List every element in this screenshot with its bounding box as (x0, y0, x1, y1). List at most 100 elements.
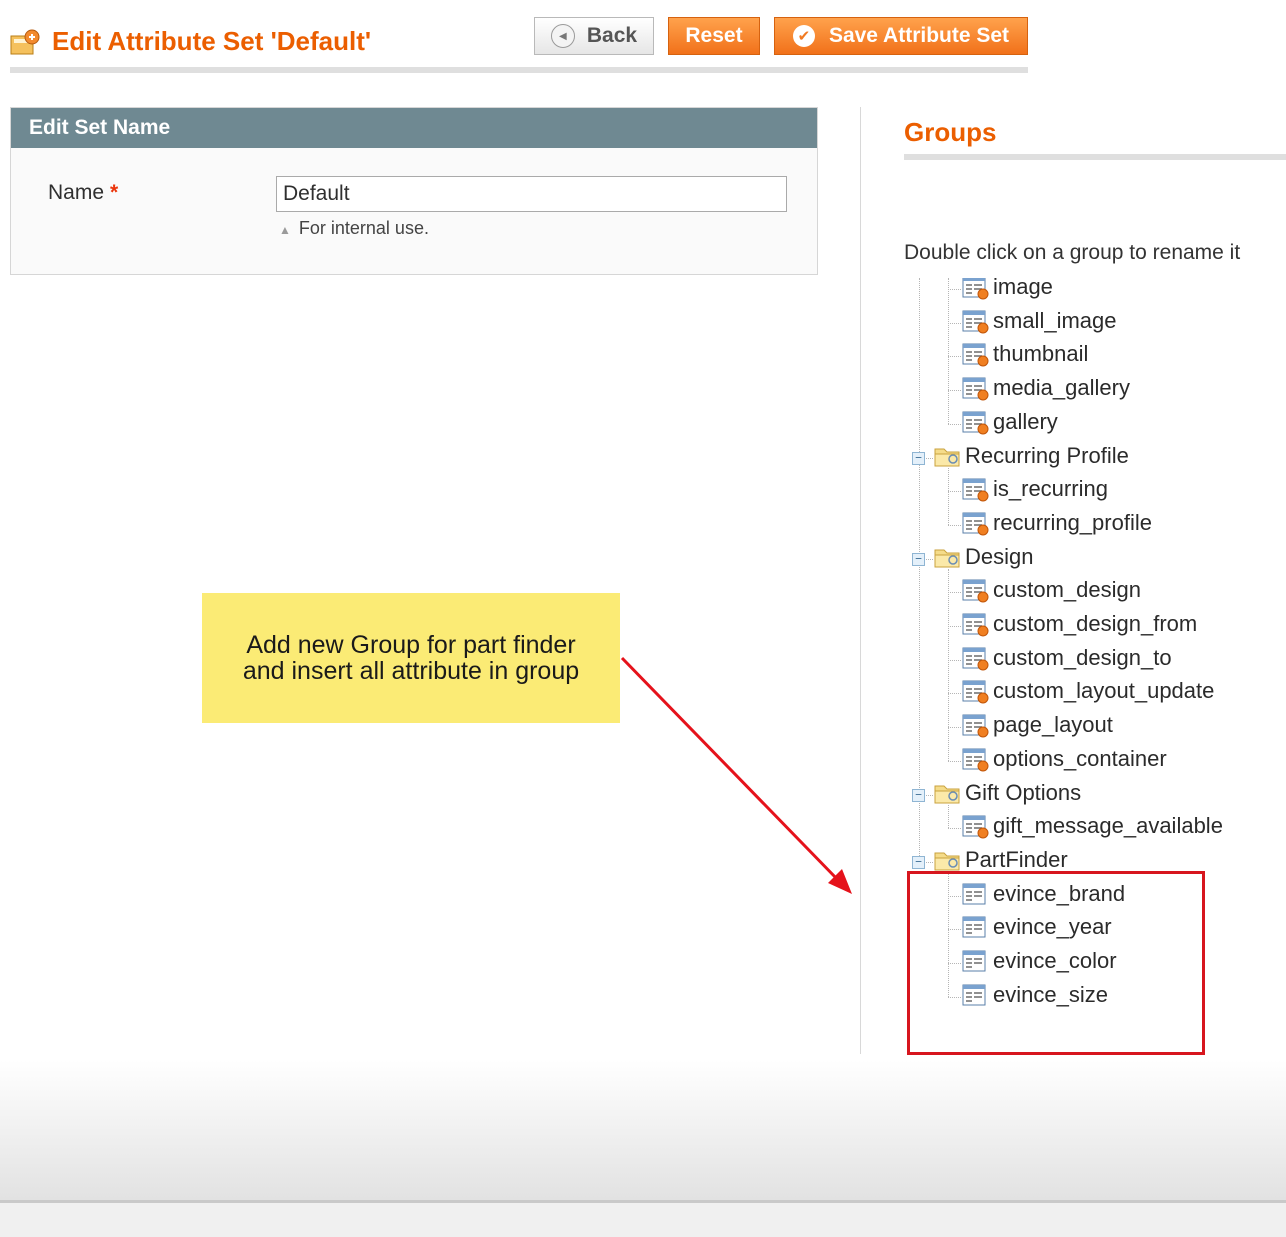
attribute-label: gift_message_available (993, 813, 1223, 838)
attribute-label: options_container (993, 746, 1167, 771)
tree-attribute-node[interactable]: options_container (961, 746, 1167, 772)
attribute-label: custom_design (993, 577, 1141, 602)
tree-attribute-node[interactable]: gift_message_available (961, 813, 1223, 839)
group-label: PartFinder (965, 847, 1068, 872)
tree-attribute-node[interactable]: image (961, 278, 1053, 300)
tree-connector (948, 390, 961, 391)
tree-group-node[interactable]: Gift Options (933, 780, 1081, 806)
system-attribute-icon (961, 577, 989, 603)
attribute-label: custom_design_from (993, 611, 1198, 636)
system-attribute-icon (961, 278, 989, 300)
folder-icon (933, 847, 961, 873)
name-label: Name * (48, 181, 118, 205)
system-attribute-icon (961, 409, 989, 435)
tree-connector (948, 727, 961, 728)
tree-branch-line (948, 805, 949, 828)
tree-connector (948, 660, 961, 661)
attribute-label: page_layout (993, 712, 1113, 737)
tree-branch-line (948, 569, 949, 761)
attribute-label: recurring_profile (993, 510, 1152, 535)
collapse-toggle-icon[interactable]: − (912, 553, 925, 566)
attribute-label: custom_layout_update (993, 678, 1215, 703)
back-button-label: Back (586, 24, 638, 47)
tree-connector (948, 356, 961, 357)
tree-attribute-node[interactable]: thumbnail (961, 341, 1088, 367)
tree-group-node[interactable]: PartFinder (933, 847, 1068, 873)
name-label-text: Name (48, 181, 105, 204)
reset-button-label: Reset (685, 24, 743, 47)
folder-icon (933, 544, 961, 570)
save-attribute-set-button[interactable]: ✔ Save Attribute Set (774, 17, 1028, 55)
collapse-toggle-icon[interactable]: − (912, 452, 925, 465)
footer-bar (0, 1200, 1286, 1237)
system-attribute-icon (961, 308, 989, 334)
tree-attribute-node[interactable]: is_recurring (961, 476, 1108, 502)
system-attribute-icon (961, 510, 989, 536)
system-attribute-icon (961, 645, 989, 671)
tree-attribute-node[interactable]: page_layout (961, 712, 1113, 738)
attribute-label: gallery (993, 409, 1058, 434)
system-attribute-icon (961, 813, 989, 839)
column-divider (860, 107, 861, 1054)
groups-divider (904, 154, 1286, 160)
system-attribute-icon (961, 611, 989, 637)
annotation-callout: Add new Group for part finder and insert… (202, 593, 620, 723)
collapse-toggle-icon[interactable]: − (912, 789, 925, 802)
tree-attribute-node[interactable]: gallery (961, 409, 1058, 435)
attribute-label: small_image (993, 308, 1117, 333)
header-divider (10, 67, 1028, 73)
group-label: Recurring Profile (965, 443, 1129, 468)
system-attribute-icon (961, 678, 989, 704)
folder-icon (933, 443, 961, 469)
callout-line-1: Add new Group for part finder (246, 631, 576, 659)
group-label: Gift Options (965, 780, 1082, 805)
name-hint: ▲ For internal use. (279, 218, 429, 239)
tree-attribute-node[interactable]: recurring_profile (961, 510, 1152, 536)
tree-connector (948, 592, 961, 593)
required-mark: * (110, 181, 119, 204)
tree-attribute-node[interactable]: media_gallery (961, 375, 1130, 401)
system-attribute-icon (961, 746, 989, 772)
attribute-label: image (993, 278, 1053, 299)
attribute-label: custom_design_to (993, 645, 1172, 670)
groups-hint: Double click on a group to rename it (904, 241, 1241, 264)
tree-connector (948, 289, 961, 290)
tree-attribute-node[interactable]: small_image (961, 308, 1117, 334)
tree-trunk-line (919, 278, 920, 860)
collapse-toggle-icon[interactable]: − (912, 856, 925, 869)
footer-gradient (0, 1060, 1286, 1200)
partfinder-highlight-box (907, 871, 1205, 1055)
attribute-label: media_gallery (993, 375, 1130, 400)
folder-icon (933, 780, 961, 806)
back-arrow-icon: ◀ (550, 24, 575, 48)
group-label: Design (965, 544, 1034, 569)
tree-connector (948, 525, 961, 526)
tree-group-node[interactable]: Recurring Profile (933, 443, 1129, 469)
system-attribute-icon (961, 341, 989, 367)
name-input[interactable] (276, 176, 787, 212)
checkmark-icon: ✔ (792, 25, 815, 47)
tree-connector (948, 761, 961, 762)
reset-button[interactable]: Reset (668, 17, 760, 55)
groups-title: Groups (904, 117, 997, 147)
tree-connector (948, 491, 961, 492)
tree-attribute-node[interactable]: custom_design_from (961, 611, 1197, 637)
tree-group-node[interactable]: Design (933, 544, 1033, 570)
back-button[interactable]: ◀ Back (534, 17, 654, 55)
attribute-set-icon (10, 28, 40, 56)
attribute-label: is_recurring (993, 476, 1108, 501)
hint-triangle-icon: ▲ (279, 223, 291, 237)
tree-connector (948, 693, 961, 694)
save-button-label: Save Attribute Set (828, 24, 1010, 47)
system-attribute-icon (961, 476, 989, 502)
tree-connector (948, 626, 961, 627)
tree-branch-line (948, 278, 949, 424)
page-title: Edit Attribute Set 'Default' (52, 26, 372, 56)
tree-connector (948, 828, 961, 829)
tree-attribute-node[interactable]: custom_design_to (961, 645, 1172, 671)
tree-attribute-node[interactable]: custom_design (961, 577, 1141, 603)
attribute-label: thumbnail (993, 341, 1089, 366)
system-attribute-icon (961, 375, 989, 401)
tree-attribute-node[interactable]: custom_layout_update (961, 678, 1214, 704)
panel-title: Edit Set Name (11, 108, 817, 148)
